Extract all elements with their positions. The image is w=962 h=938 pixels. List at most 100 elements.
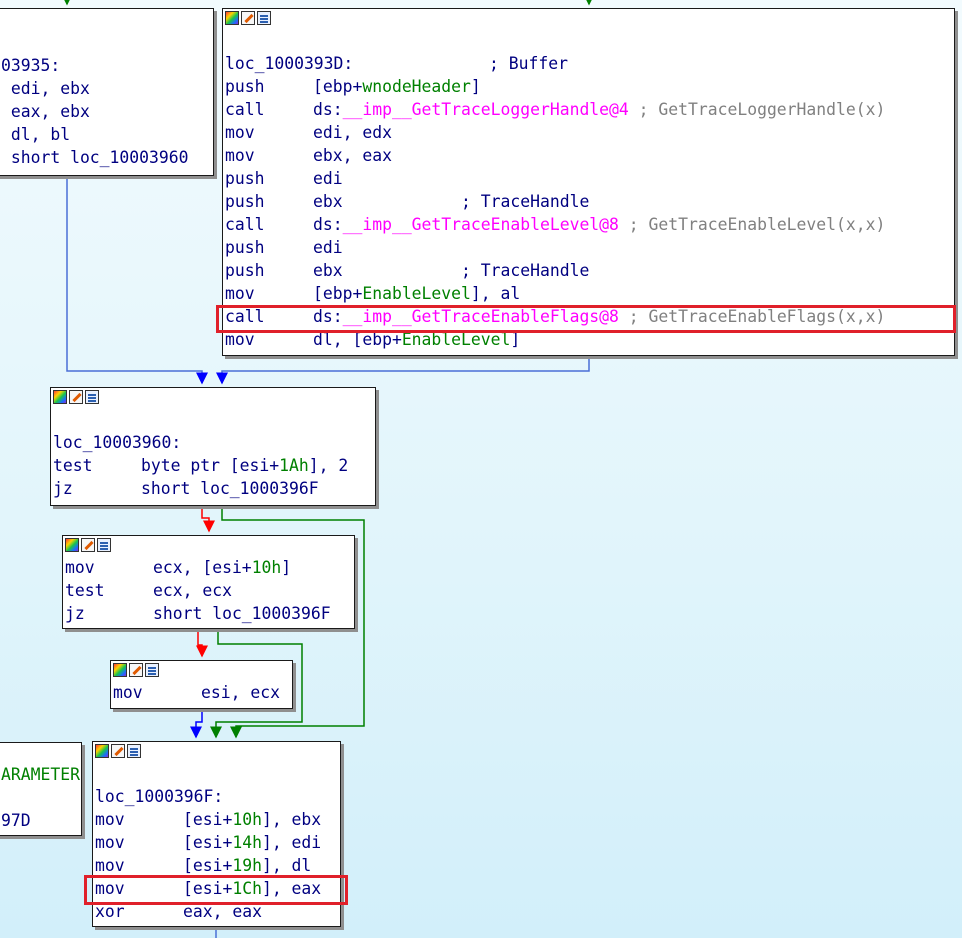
code-import-symbol[interactable]: __imp__GetTraceEnableLevel@8 xyxy=(343,215,619,234)
code-mnemonic: mov xyxy=(225,146,255,165)
code-line[interactable]: push edi xyxy=(225,167,954,190)
code-mnemonic: mov xyxy=(65,558,95,577)
code-operand-tail: ] xyxy=(470,77,481,96)
code-symbol[interactable]: 1Ah xyxy=(279,456,309,475)
code-operand: ecx, ecx xyxy=(153,581,232,600)
code-operand-tail: ], ebx xyxy=(261,810,322,829)
code-line: short loc_10003960 xyxy=(1,148,189,167)
code-symbol[interactable]: EnableLevel xyxy=(362,284,471,303)
edge-esi-to-396F xyxy=(190,708,203,739)
code-mnemonic: test xyxy=(65,581,105,600)
list-icon[interactable] xyxy=(145,663,159,677)
code-line[interactable]: mov [esi+19h], dl xyxy=(95,854,340,877)
code-operand: ebx, eax xyxy=(313,146,392,165)
code-operand: edi xyxy=(313,169,343,188)
list-icon[interactable] xyxy=(127,744,141,758)
code-line[interactable]: call ds:__imp__GetTraceLoggerHandle@4 ; G… xyxy=(225,98,954,121)
code-line[interactable]: call ds:__imp__GetTraceEnableLevel@8 ; Ge… xyxy=(225,213,954,236)
code-mnemonic: mov xyxy=(95,810,125,829)
code-operand: short loc_1000396F xyxy=(141,479,319,498)
code-line[interactable]: mov [esi+14h], edi xyxy=(95,831,340,854)
graph-icon[interactable] xyxy=(113,663,127,677)
code-line[interactable]: jz short loc_1000396F xyxy=(65,602,354,625)
code-line: edi, ebx xyxy=(1,79,90,98)
code-line[interactable]: mov ebx, eax xyxy=(225,144,954,167)
code-operand: [esi+ xyxy=(183,833,233,852)
graph-icon[interactable] xyxy=(53,390,67,404)
graph-icon[interactable] xyxy=(225,11,239,25)
code-line[interactable]: mov edi, edx xyxy=(225,121,954,144)
edge-ecx-false xyxy=(196,628,208,658)
code-label-line: loc_1000393D:; Buffer xyxy=(225,52,954,75)
code-symbol[interactable]: 10h xyxy=(232,810,262,829)
code-symbol[interactable]: 19h xyxy=(232,856,262,875)
code-line[interactable]: mov esi, ecx xyxy=(113,681,292,704)
edit-icon[interactable] xyxy=(241,11,255,25)
node-header xyxy=(93,742,340,762)
node-ecx-check[interactable]: mov ecx, [esi+10h] test ecx, ecx jz short loc… xyxy=(62,535,355,629)
code-operand: ds: xyxy=(313,215,343,234)
code-label[interactable]: loc_10003960: xyxy=(53,431,375,454)
code-line[interactable]: test ecx, ecx xyxy=(65,579,354,602)
code-line[interactable]: jz short loc_1000396F xyxy=(53,477,375,500)
code-operand-tail: ], al xyxy=(470,284,521,303)
code-line[interactable]: push ebx ; TraceHandle xyxy=(225,259,954,282)
code-line[interactable]: push ebx ; TraceHandle xyxy=(225,190,954,213)
code-symbol[interactable]: wnodeHeader xyxy=(362,77,471,96)
code-symbol[interactable]: 14h xyxy=(232,833,262,852)
highlight-box-enable-flags-call xyxy=(216,305,956,333)
code-line[interactable]: mov ecx, [esi+10h] xyxy=(65,556,354,579)
code-operand: [ebp+ xyxy=(313,284,363,303)
code-operand: ecx, [esi+ xyxy=(153,558,252,577)
edge-trace-to-3960 xyxy=(216,356,590,385)
edge-topleft-to-3960 xyxy=(66,176,208,385)
code-line[interactable]: test byte ptr [esi+1Ah], 2 xyxy=(53,454,375,477)
list-icon[interactable] xyxy=(85,390,99,404)
code-comment: ; GetTraceEnableLevel(x,x) xyxy=(628,215,886,234)
code-operand: [esi+ xyxy=(183,810,233,829)
edit-icon[interactable] xyxy=(129,663,143,677)
code-mnemonic: test xyxy=(53,456,93,475)
code-mnemonic: mov xyxy=(95,856,125,875)
graph-icon[interactable] xyxy=(65,538,79,552)
code-operand-tail: ], dl xyxy=(261,856,312,875)
code-operand-tail xyxy=(619,215,629,234)
list-icon[interactable] xyxy=(257,11,271,25)
code-mnemonic: mov xyxy=(225,123,255,142)
code-operand: ds: xyxy=(313,100,343,119)
code-mnemonic: mov xyxy=(225,284,255,303)
code-import-symbol[interactable]: __imp__GetTraceLoggerHandle@4 xyxy=(343,100,629,119)
code-line: 03935: xyxy=(1,56,61,75)
code-mnemonic: jz xyxy=(65,604,85,623)
list-icon[interactable] xyxy=(97,538,111,552)
code-label[interactable]: loc_1000393D: xyxy=(225,52,489,75)
code-line[interactable]: push edi xyxy=(225,236,954,259)
node-loc-10003960[interactable]: loc_10003960: test byte ptr [esi+1Ah], 2 j… xyxy=(50,387,376,506)
code-operand: short loc_1000396F xyxy=(153,604,331,623)
code-line[interactable]: push [ebp+wnodeHeader] xyxy=(225,75,954,98)
code-operand: edi, edx xyxy=(313,123,392,142)
code-operand: esi, ecx xyxy=(201,683,280,702)
code-operand: ebx xyxy=(313,192,462,211)
code-mnemonic: push xyxy=(225,77,265,96)
code-line: eax, ebx xyxy=(1,102,90,121)
code-line[interactable]: mov [ebp+EnableLevel], al xyxy=(225,282,954,305)
code-line[interactable]: mov [esi+10h], ebx xyxy=(95,808,340,831)
graph-icon[interactable] xyxy=(95,744,109,758)
node-mov-esi[interactable]: mov esi, ecx xyxy=(110,660,293,709)
code-operand-tail: ], edi xyxy=(261,833,322,852)
code-label[interactable]: loc_1000396F: xyxy=(95,785,340,808)
code-operand: ebx xyxy=(313,261,462,280)
code-mnemonic: mov xyxy=(113,683,143,702)
node-top-left[interactable]: 03935: edi, ebx eax, ebx dl, bl short lo… xyxy=(0,8,214,176)
code-operand: [ebp+ xyxy=(313,77,363,96)
node-loc-1000393d[interactable]: loc_1000393D:; Buffer push [ebp+wnodeHead… xyxy=(222,8,955,356)
node-side-left[interactable]: ARAMETER 97D xyxy=(0,742,82,836)
edit-icon[interactable] xyxy=(81,538,95,552)
code-line: ARAMETER xyxy=(1,765,80,784)
code-symbol[interactable]: 10h xyxy=(252,558,282,577)
edit-icon[interactable] xyxy=(69,390,83,404)
edit-icon[interactable] xyxy=(111,744,125,758)
code-mnemonic: mov xyxy=(95,833,125,852)
